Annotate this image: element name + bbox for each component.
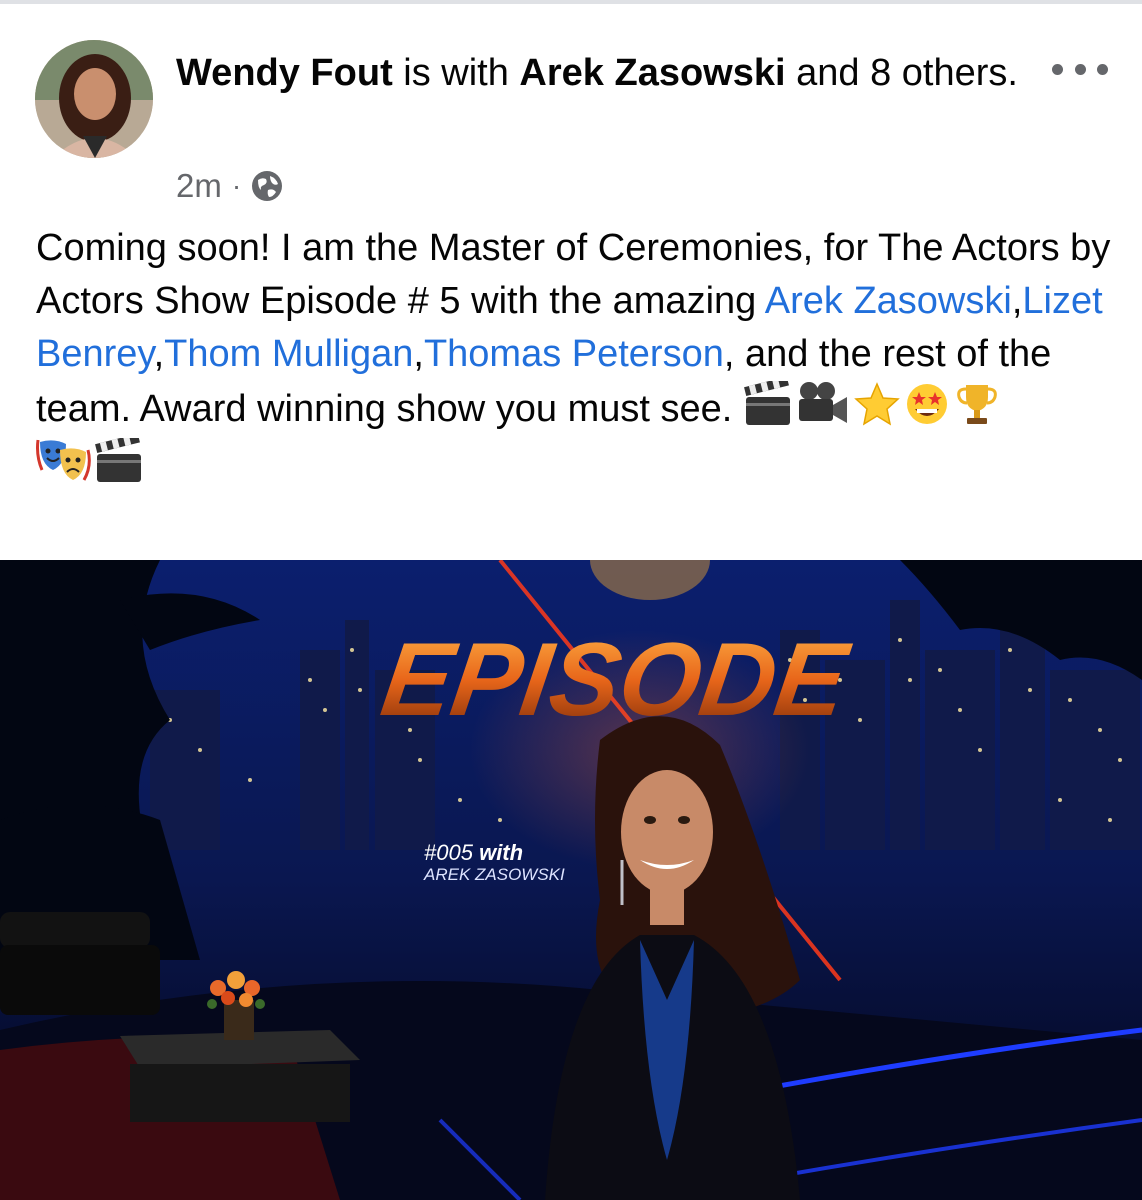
episode-promo-image: EPISODE 5 #005 with AREK ZASOWSKI bbox=[0, 560, 1142, 1200]
sofa bbox=[0, 912, 160, 1015]
and-label: and bbox=[785, 52, 871, 94]
clapper-board-icon bbox=[743, 381, 790, 425]
tagged-person-link[interactable]: Arek Zasowski bbox=[519, 52, 785, 94]
comma: , bbox=[1011, 280, 1023, 322]
meta-separator: · bbox=[231, 170, 242, 201]
more-dot bbox=[1074, 63, 1086, 75]
more-dot bbox=[1097, 63, 1108, 75]
author-avatar[interactable] bbox=[35, 40, 153, 158]
mention-link[interactable]: Thom Mulligan bbox=[164, 333, 413, 375]
period-label: . bbox=[1007, 52, 1018, 94]
others-link[interactable]: 8 others bbox=[870, 52, 1007, 94]
episode-title: EPISODE bbox=[375, 621, 857, 737]
timestamp-link[interactable]: 2m bbox=[176, 167, 222, 205]
with-label: is with bbox=[392, 52, 520, 94]
post-image[interactable]: EPISODE 5 #005 with AREK ZASOWSKI bbox=[0, 560, 1142, 1200]
caption-guest-name: AREK ZASOWSKI bbox=[423, 865, 565, 884]
clapper-board-icon bbox=[95, 438, 141, 482]
top-divider bbox=[0, 0, 1142, 4]
comma: , bbox=[153, 333, 165, 375]
mention-link[interactable]: Arek Zasowski bbox=[765, 280, 1012, 322]
caption-code: #005 bbox=[424, 840, 474, 865]
movie-camera-icon bbox=[798, 382, 847, 423]
caption-episode-code: #005 with bbox=[424, 840, 523, 865]
theater-masks-icon bbox=[36, 439, 91, 481]
globe-icon[interactable] bbox=[251, 170, 283, 202]
star-struck-face-icon bbox=[906, 384, 947, 424]
post-meta: 2m · bbox=[176, 166, 283, 206]
more-options-icon[interactable] bbox=[1052, 54, 1108, 84]
star-icon bbox=[854, 382, 900, 426]
avatar-photo bbox=[35, 40, 153, 158]
author-name-link[interactable]: Wendy Fout bbox=[176, 52, 393, 94]
post-header: Wendy Fout is with Arek Zasowski and 8 o… bbox=[176, 44, 1036, 102]
caption-with: with bbox=[479, 840, 523, 865]
more-dot bbox=[1052, 63, 1063, 75]
trophy-icon bbox=[957, 385, 997, 424]
post-body: Coming soon! I am the Master of Ceremoni… bbox=[36, 222, 1116, 493]
comma: , bbox=[413, 333, 424, 375]
mention-link[interactable]: Thomas Peterson bbox=[424, 333, 724, 375]
